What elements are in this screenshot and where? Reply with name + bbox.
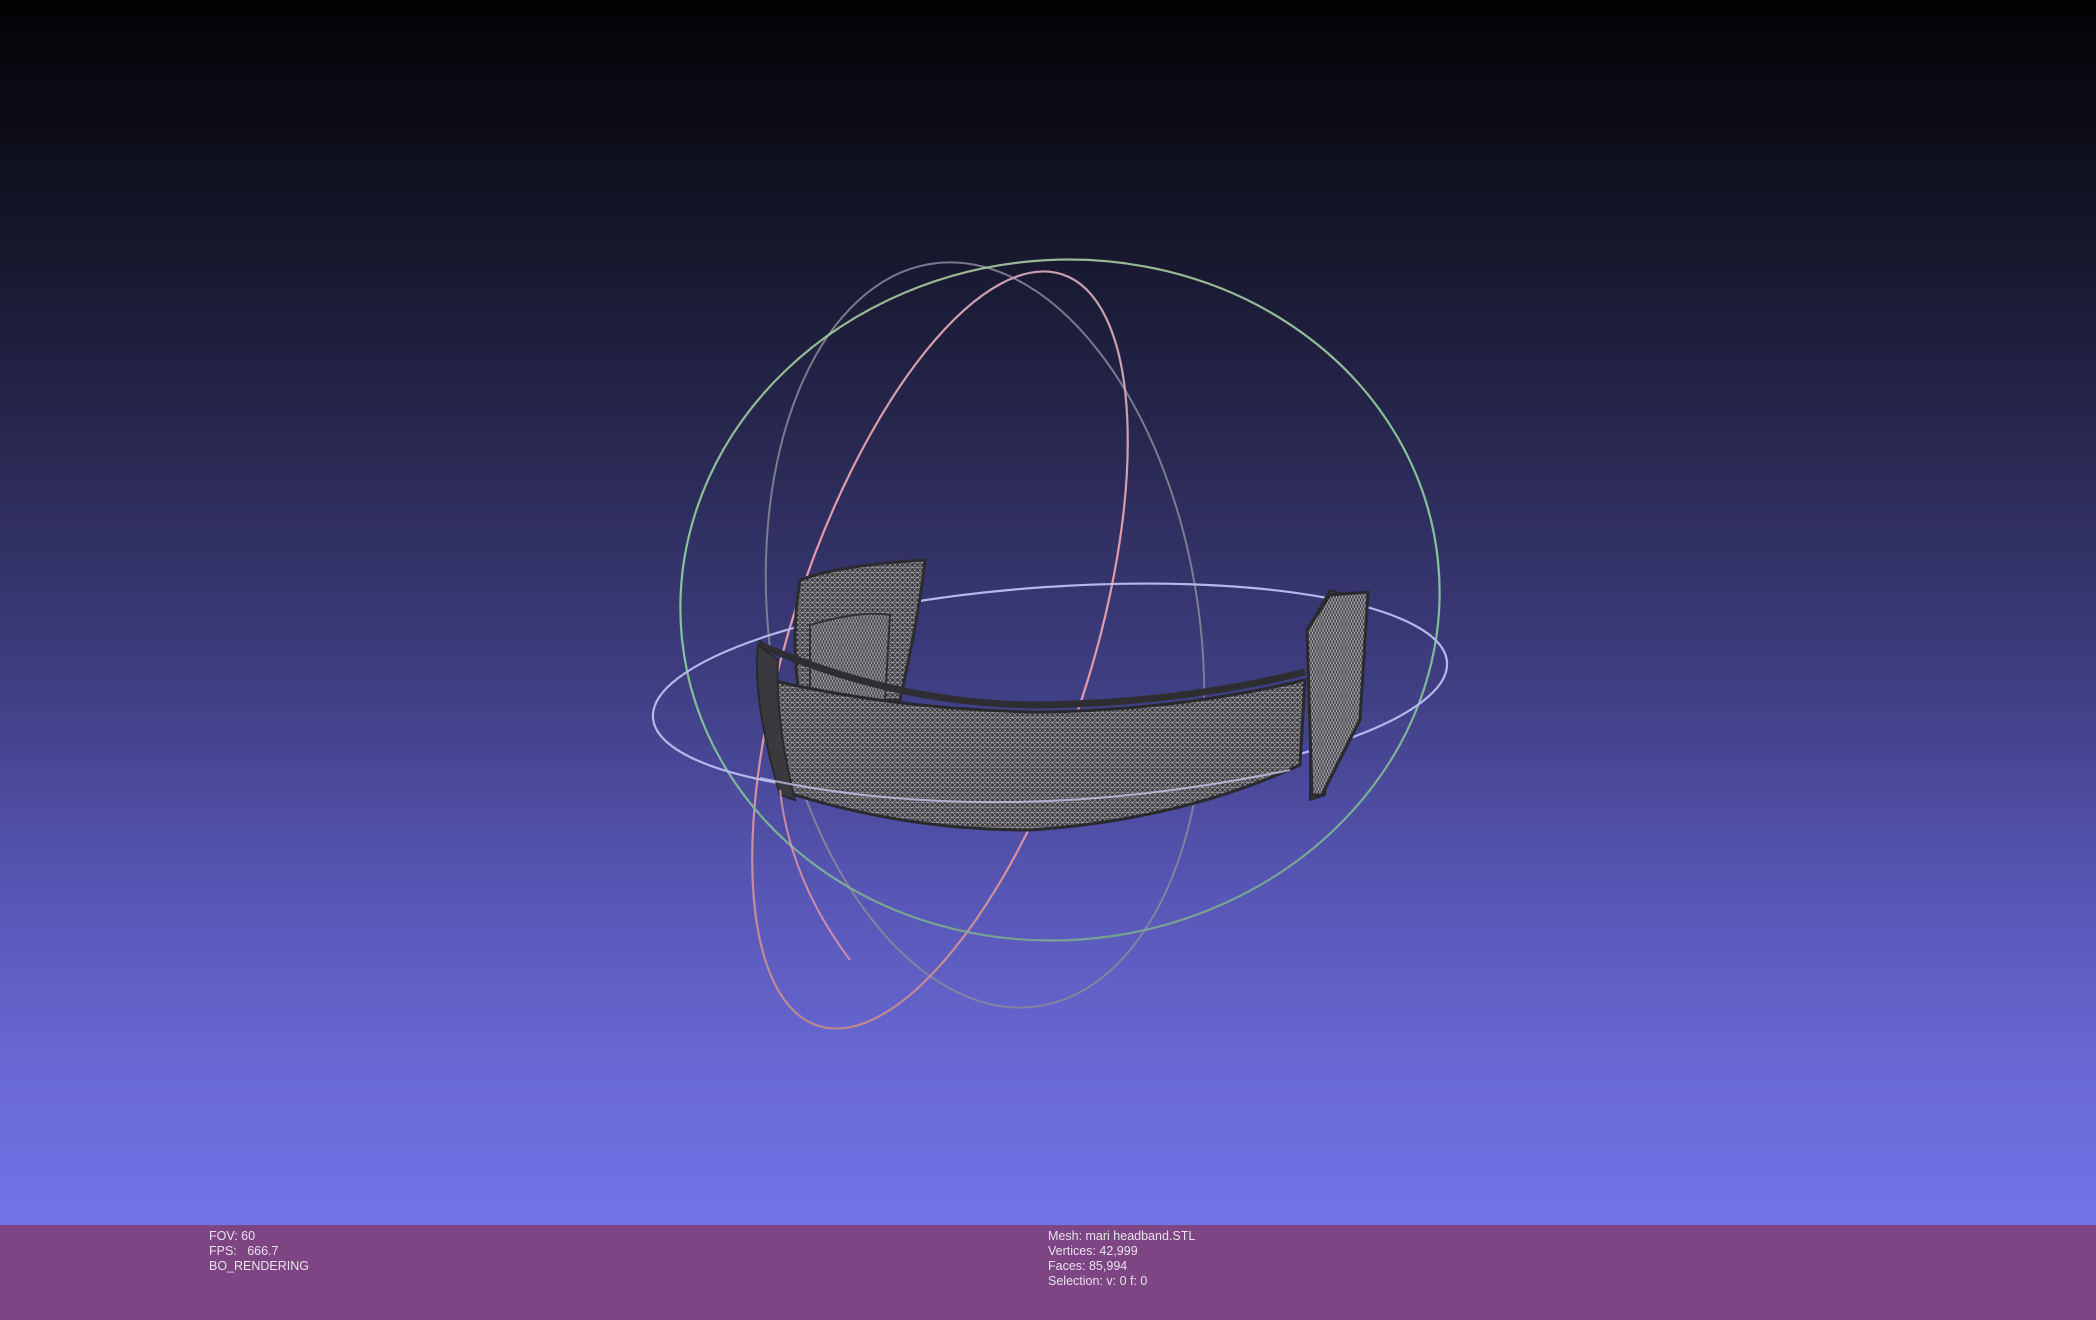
render-mode-label: BO_RENDERING xyxy=(209,1259,310,1273)
status-bar: FOV: 60 FPS: 666.7 BO_RENDERING Mesh: ma… xyxy=(0,1225,2096,1320)
trackball-ring-x-front xyxy=(779,789,851,961)
mesh-name-label: Mesh: mari headband.STL xyxy=(1048,1229,1196,1243)
fov-readout: FOV: 60 xyxy=(209,1229,256,1243)
faces-count: Faces: 85,994 xyxy=(1048,1259,1128,1273)
mesh-right-tab xyxy=(1305,590,1370,797)
3d-viewport[interactable] xyxy=(0,0,2096,1225)
status-right-panel: Mesh: mari headband.STL Vertices: 42,999… xyxy=(1048,1229,1195,1289)
selection-info: Selection: v: 0 f: 0 xyxy=(1048,1274,1148,1288)
headband-mesh[interactable] xyxy=(755,558,1370,832)
vertices-count: Vertices: 42,999 xyxy=(1048,1244,1138,1258)
trackball-ring-x xyxy=(751,270,1129,1030)
status-left-panel: FOV: 60 FPS: 666.7 BO_RENDERING xyxy=(209,1229,309,1274)
scene-canvas[interactable] xyxy=(0,0,2096,1225)
fps-readout: FPS: 666.7 xyxy=(209,1244,279,1258)
